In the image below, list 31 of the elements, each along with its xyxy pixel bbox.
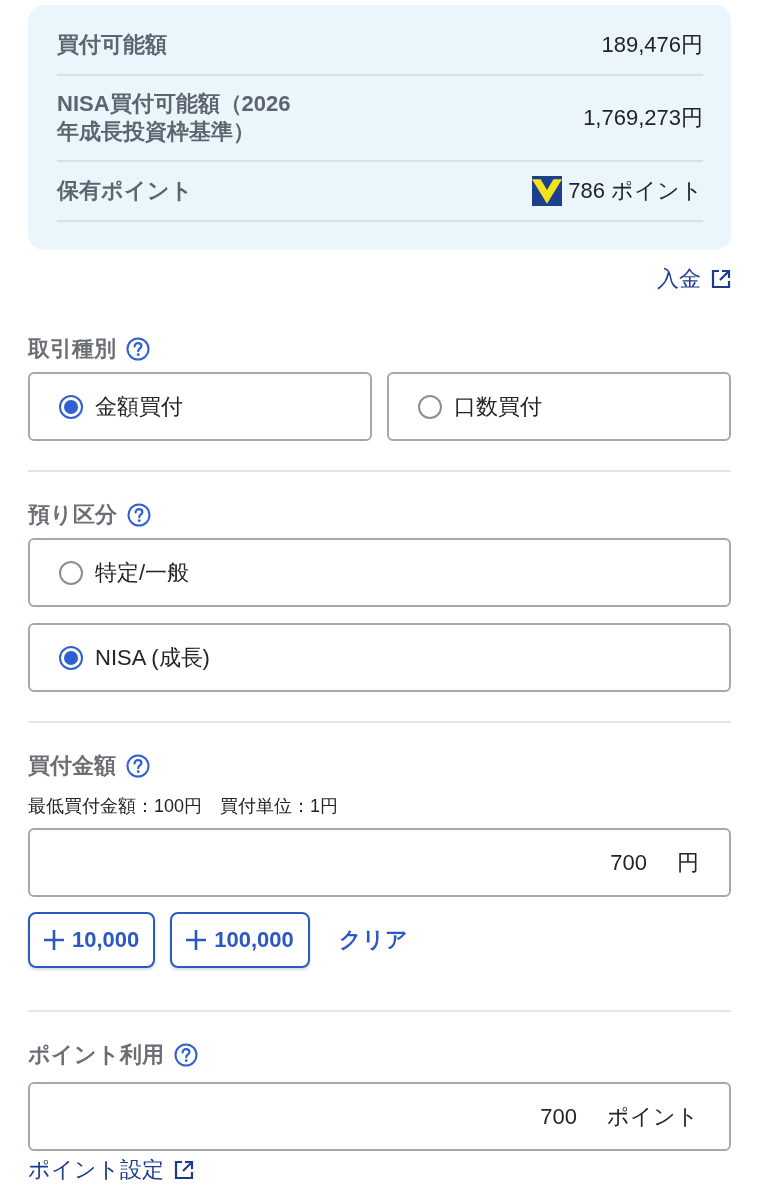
help-icon[interactable] bbox=[126, 337, 150, 361]
add-amount-button[interactable]: 100,000 bbox=[170, 912, 310, 968]
summary-label: 保有ポイント bbox=[57, 177, 194, 205]
radio-option[interactable]: 特定/一般 bbox=[28, 538, 731, 607]
help-icon[interactable] bbox=[127, 503, 151, 527]
section-title: ポイント利用 bbox=[28, 1041, 164, 1069]
radio-option[interactable]: 口数買付 bbox=[387, 372, 731, 441]
summary-label: NISA買付可能額（2026年成長投資枠基準） bbox=[57, 90, 292, 146]
points-field[interactable]: 700 ポイント bbox=[28, 1082, 731, 1151]
hint-text: 最低買付金額：100円 買付単位：1円 bbox=[28, 795, 340, 818]
section-title: 取引種別 bbox=[28, 335, 116, 363]
help-icon[interactable] bbox=[126, 754, 150, 778]
plus-icon bbox=[186, 930, 207, 950]
point-settings-link[interactable]: ポイント設定 bbox=[28, 1155, 194, 1185]
summary-label: 買付可能額 bbox=[57, 31, 168, 59]
add-amount-button[interactable]: 10,000 bbox=[28, 912, 156, 968]
help-icon[interactable] bbox=[174, 1043, 198, 1067]
amount-field[interactable]: 700 円 bbox=[28, 828, 731, 897]
section-title: 預り区分 bbox=[28, 501, 117, 529]
plus-icon bbox=[44, 930, 64, 950]
external-link-icon bbox=[174, 1160, 194, 1180]
external-link-icon bbox=[711, 269, 731, 289]
section-title: 買付金額 bbox=[28, 752, 116, 780]
summary-value: 786 ポイント bbox=[568, 177, 703, 205]
radio-option[interactable]: 金額買付 bbox=[28, 372, 372, 441]
chevron-logo-icon bbox=[532, 176, 563, 206]
deposit-link[interactable]: 入金 bbox=[657, 264, 731, 294]
summary-value: 189,476円 bbox=[601, 31, 703, 59]
clear-link[interactable]: クリア bbox=[338, 925, 408, 955]
radio-option[interactable]: NISA (成長) bbox=[28, 623, 731, 692]
summary-value: 1,769,273円 bbox=[583, 104, 703, 132]
